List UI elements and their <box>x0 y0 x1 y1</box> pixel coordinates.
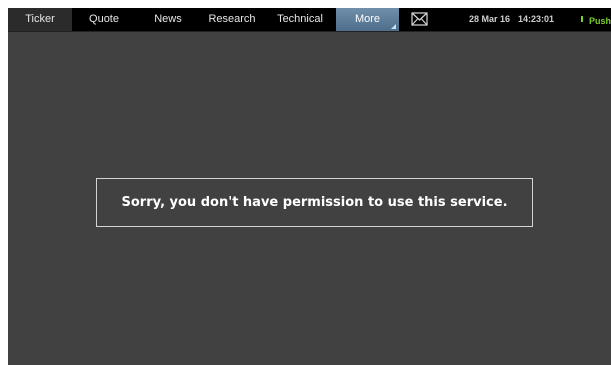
tab-technical[interactable]: Technical <box>264 8 336 31</box>
tab-ticker[interactable]: Ticker <box>8 8 72 31</box>
date-text: 28 Mar 16 <box>469 14 511 24</box>
push-indicator-icon <box>581 15 583 22</box>
datetime-display: 28 Mar 16 14:23:01 <box>469 8 554 31</box>
tab-research[interactable]: Research <box>200 8 264 31</box>
tab-quote[interactable]: Quote <box>72 8 136 31</box>
permission-message: Sorry, you don't have permission to use … <box>121 195 508 210</box>
tab-more[interactable]: More <box>336 8 399 31</box>
permission-message-box: Sorry, you don't have permission to use … <box>96 178 533 227</box>
tab-more-label: More <box>354 13 381 25</box>
envelope-icon <box>411 12 428 26</box>
push-label: Push <box>589 16 611 26</box>
corner-indicator-icon <box>391 24 396 29</box>
time-text: 14:23:01 <box>518 14 555 24</box>
tab-news[interactable]: News <box>136 8 200 31</box>
app-window: Ticker Quote News Research Technical Mor… <box>8 8 611 365</box>
mail-button[interactable] <box>399 11 439 28</box>
top-navigation-bar: Ticker Quote News Research Technical Mor… <box>8 8 611 32</box>
push-status[interactable]: Push <box>581 8 611 31</box>
